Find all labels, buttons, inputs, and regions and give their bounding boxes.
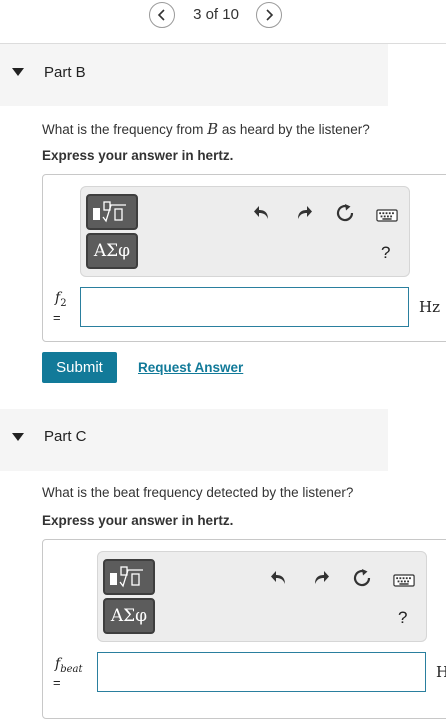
part-c-answer-input[interactable] — [97, 652, 426, 692]
undo-icon — [271, 571, 285, 584]
redo-icon — [315, 571, 329, 584]
chevron-left-icon — [157, 9, 165, 21]
question-text: as heard by the listener? — [218, 122, 370, 137]
question-text: What is the frequency from — [42, 122, 208, 137]
part-b-answer-input[interactable] — [80, 287, 409, 327]
part-b-math-toolbar: ΑΣφ ? — [80, 186, 410, 277]
part-b-unit: Hz — [419, 298, 440, 316]
part-b-question: What is the frequency from B as heard by… — [42, 120, 370, 138]
caret-down-icon — [12, 433, 24, 441]
keyboard-button[interactable] — [392, 569, 416, 591]
reset-button[interactable] — [351, 567, 373, 589]
part-c-variable-label: fbeat — [55, 656, 83, 675]
part-b-title: Part B — [44, 64, 86, 81]
submit-button[interactable]: Submit — [42, 352, 117, 383]
greek-symbols-button[interactable]: ΑΣφ — [103, 598, 155, 634]
previous-button[interactable] — [149, 2, 175, 28]
redo-button[interactable] — [292, 202, 314, 224]
part-c-math-toolbar: ΑΣφ ? — [97, 551, 427, 642]
redo-button[interactable] — [309, 567, 331, 589]
part-c-title: Part C — [44, 428, 87, 445]
templates-icon — [93, 201, 126, 223]
chevron-right-icon — [266, 9, 274, 21]
part-c-instruction: Express your answer in hertz. — [42, 513, 234, 528]
undo-icon — [254, 206, 268, 219]
variable-subscript: 2 — [60, 297, 67, 309]
variable-subscript: beat — [60, 663, 83, 675]
part-c-unit: H — [436, 663, 446, 681]
request-answer-link[interactable]: Request Answer — [138, 360, 243, 375]
help-button[interactable]: ? — [381, 243, 390, 263]
keyboard-button[interactable] — [375, 204, 399, 226]
next-button[interactable] — [256, 2, 282, 28]
greek-symbols-button[interactable]: ΑΣφ — [86, 233, 138, 269]
keyboard-icon — [393, 573, 415, 587]
reset-icon — [336, 204, 354, 222]
part-c-header[interactable]: Part C — [0, 409, 388, 471]
part-b-header[interactable]: Part B — [0, 44, 388, 106]
question-variable: B — [207, 120, 219, 138]
undo-button[interactable] — [269, 567, 291, 589]
reset-button[interactable] — [334, 202, 356, 224]
page-indicator: 3 of 10 — [193, 6, 239, 23]
help-button[interactable]: ? — [398, 608, 407, 628]
equals-sign: = — [53, 675, 61, 690]
templates-button[interactable] — [86, 194, 138, 230]
part-b-variable-label: f2 — [55, 290, 67, 309]
equals-sign: = — [53, 310, 61, 325]
undo-button[interactable] — [252, 202, 274, 224]
part-b-instruction: Express your answer in hertz. — [42, 148, 234, 163]
part-c-question: What is the beat frequency detected by t… — [42, 485, 354, 500]
caret-down-icon — [12, 68, 24, 76]
reset-icon — [353, 569, 371, 587]
redo-icon — [298, 206, 312, 219]
keyboard-icon — [376, 208, 398, 222]
templates-button[interactable] — [103, 559, 155, 595]
templates-icon — [110, 566, 143, 588]
